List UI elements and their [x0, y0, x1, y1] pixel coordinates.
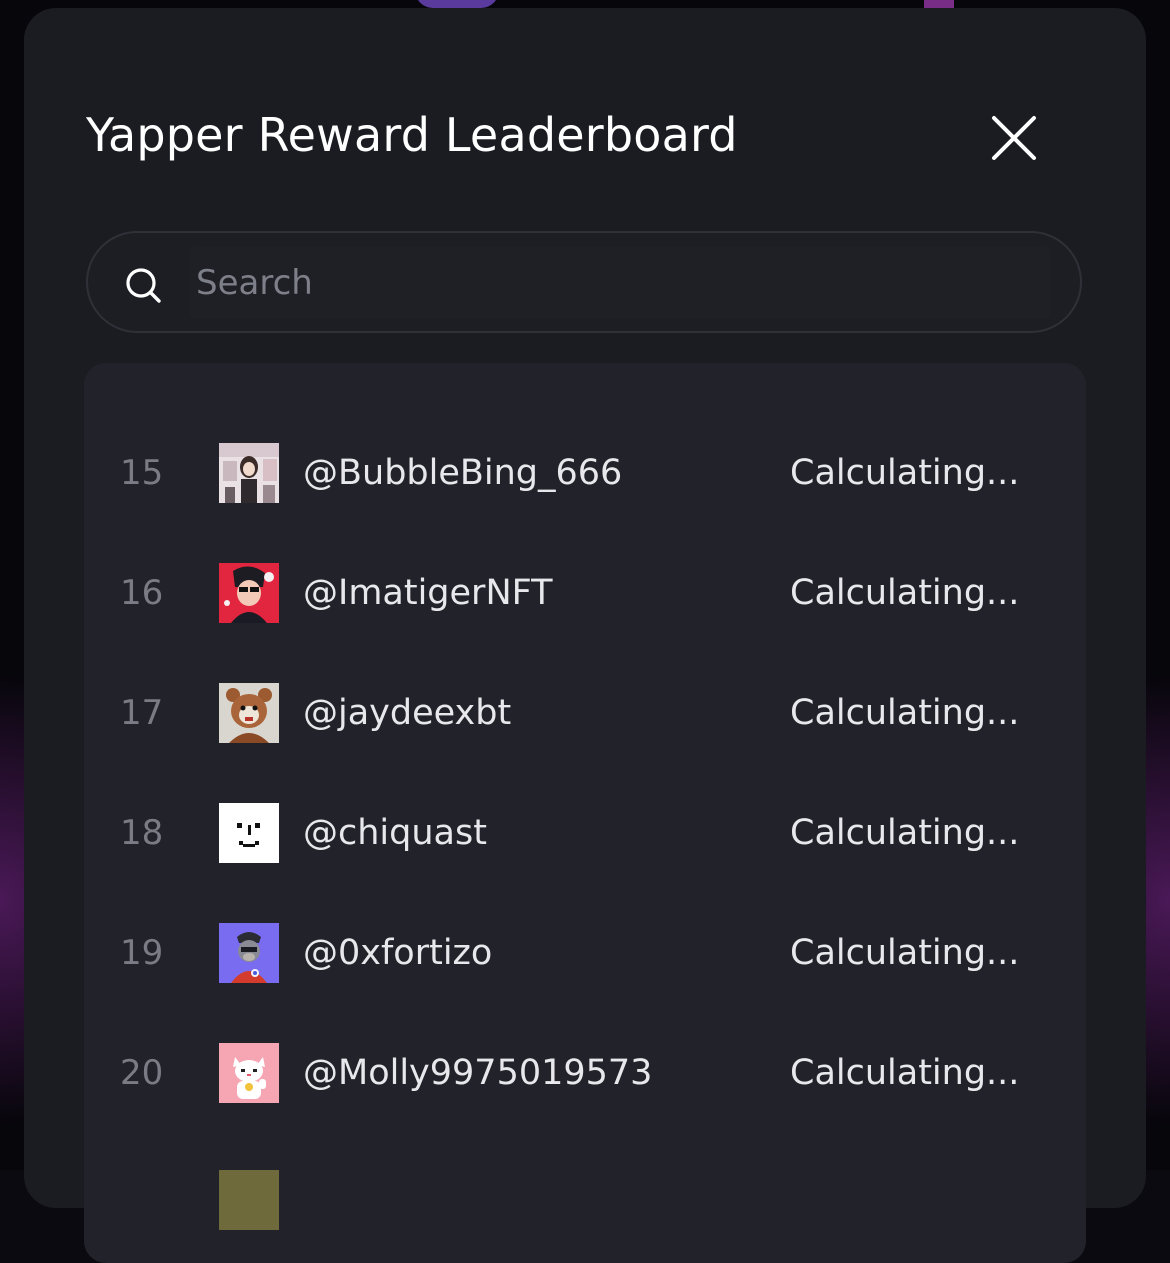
search-icon	[126, 268, 161, 303]
rank-number: 15	[120, 453, 164, 493]
leaderboard-row[interactable]: 15 @BubbleBing_666 Calculating...	[84, 413, 1086, 533]
lucky-cat-avatar	[219, 1043, 279, 1103]
leaderboard-list: 15 @BubbleBing_666 Calculating... 16 @Im…	[84, 363, 1086, 1263]
bear-avatar	[219, 683, 279, 743]
user-handle: @ImatigerNFT	[303, 573, 553, 613]
reward-status: Calculating...	[790, 813, 1020, 853]
search-box[interactable]	[86, 231, 1082, 333]
search-input[interactable]	[190, 247, 1050, 319]
close-icon	[992, 116, 1036, 160]
background-pill	[415, 0, 499, 8]
rank-number: 17	[120, 693, 164, 733]
reward-status: Calculating...	[790, 933, 1020, 973]
rank-number: 18	[120, 813, 164, 853]
next-avatar	[219, 1170, 279, 1230]
anime-avatar	[219, 563, 279, 623]
leaderboard-modal: Yapper Reward Leaderboard 15	[24, 8, 1146, 1263]
reward-status: Calculating...	[790, 1053, 1020, 1093]
rank-number: 20	[120, 1053, 164, 1093]
user-handle: @BubbleBing_666	[303, 453, 623, 493]
reward-status: Calculating...	[790, 693, 1020, 733]
leaderboard-row[interactable]: 17 @jaydeexbt Calculating...	[84, 653, 1086, 773]
leaderboard-row[interactable]: 19 @0xfortizo Calculating...	[84, 893, 1086, 1013]
reward-status: Calculating...	[790, 453, 1020, 493]
rank-number: 19	[120, 933, 164, 973]
reward-status: Calculating...	[790, 573, 1020, 613]
leaderboard-row[interactable]: 16 @ImatigerNFT Calculating...	[84, 533, 1086, 653]
user-handle: @Molly9975019573	[303, 1053, 653, 1093]
leaderboard-row[interactable]: 18 @chiquast Calculating...	[84, 773, 1086, 893]
leaderboard-row[interactable]: 20 @Molly9975019573 Calculating...	[84, 1013, 1086, 1133]
leaderboard-row[interactable]	[84, 1133, 1086, 1253]
rank-number: 16	[120, 573, 164, 613]
ape-avatar	[219, 923, 279, 983]
modal-title: Yapper Reward Leaderboard	[86, 108, 738, 162]
user-handle: @0xfortizo	[303, 933, 493, 973]
pixel-face-avatar	[219, 803, 279, 863]
photo-avatar	[219, 443, 279, 503]
user-handle: @chiquast	[303, 813, 487, 853]
user-handle: @jaydeexbt	[303, 693, 512, 733]
close-button[interactable]	[984, 108, 1044, 168]
